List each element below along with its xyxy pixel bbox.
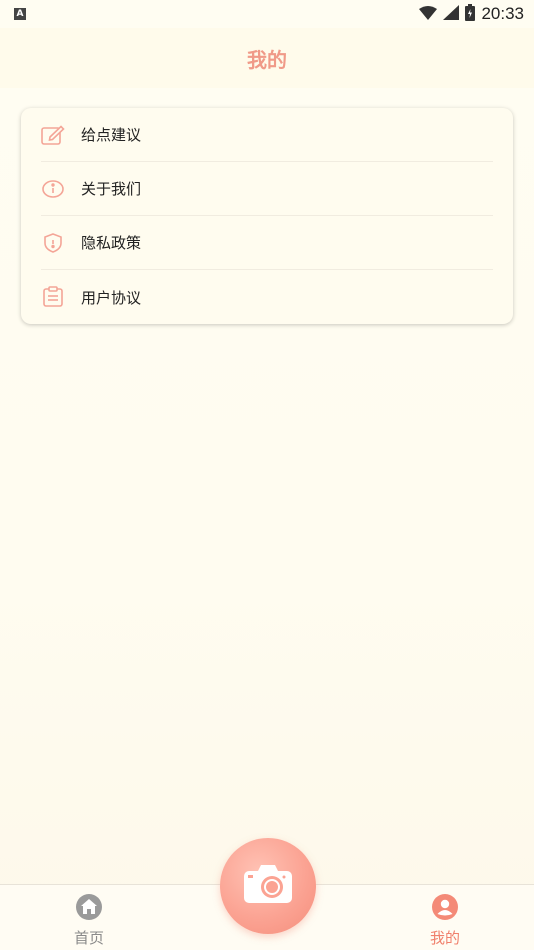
home-icon [75, 893, 103, 925]
menu-item-about[interactable]: 关于我们 [41, 162, 493, 216]
camera-button[interactable] [220, 838, 316, 934]
wifi-icon [419, 5, 438, 24]
menu-item-feedback[interactable]: 给点建议 [41, 108, 493, 162]
shield-icon [41, 231, 65, 255]
page-title: 我的 [247, 47, 287, 72]
status-right: 20:33 [419, 3, 524, 25]
battery-icon [465, 3, 476, 25]
camera-icon [240, 863, 296, 909]
page-header: 我的 [0, 28, 534, 88]
edit-icon [41, 123, 65, 147]
tab-mine[interactable]: 我的 [405, 893, 485, 948]
menu-item-label: 用户协议 [81, 288, 142, 307]
menu-item-label: 给点建议 [81, 126, 142, 144]
tab-home-label: 首页 [73, 929, 104, 947]
info-icon [41, 177, 65, 201]
status-bar: A 20:33 [0, 0, 534, 28]
tab-mine-label: 我的 [429, 929, 460, 947]
menu-item-label: 关于我们 [81, 180, 142, 198]
clipboard-icon [41, 285, 65, 309]
status-left: A [14, 8, 26, 20]
user-icon [431, 893, 459, 925]
menu-card: 给点建议 关于我们 隐私政策 用户协议 [21, 108, 513, 324]
menu-item-privacy[interactable]: 隐私政策 [41, 216, 493, 270]
menu-item-agreement[interactable]: 用户协议 [41, 270, 493, 324]
menu-item-label: 隐私政策 [81, 234, 142, 252]
status-time: 20:33 [481, 4, 524, 23]
signal-icon [443, 4, 460, 24]
tab-home[interactable]: 首页 [49, 893, 129, 948]
notification-badge: A [14, 8, 26, 20]
